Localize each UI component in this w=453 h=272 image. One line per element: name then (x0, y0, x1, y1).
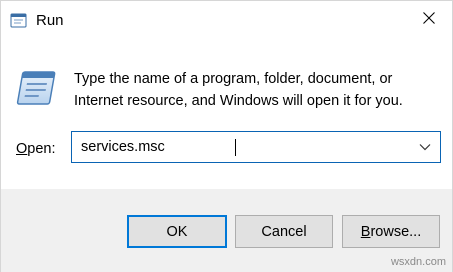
cancel-button[interactable]: Cancel (235, 215, 333, 248)
dialog-content: Type the name of a program, folder, docu… (1, 41, 452, 189)
close-icon (423, 11, 435, 29)
chevron-down-icon (419, 138, 431, 156)
browse-button[interactable]: Browse... (342, 215, 440, 248)
ok-button[interactable]: OK (127, 215, 227, 248)
open-label-text: pen: (27, 141, 56, 157)
browse-label: rowse... (370, 223, 422, 240)
text-caret (235, 139, 236, 156)
instruction-text: Type the name of a program, folder, docu… (74, 71, 403, 109)
open-combobox[interactable] (71, 131, 441, 163)
open-input[interactable] (72, 132, 412, 162)
open-label-accelerator: O (16, 141, 28, 157)
watermark: wsxdn.com (390, 256, 446, 268)
run-icon (10, 12, 27, 29)
open-label: Open: (16, 139, 56, 159)
close-button[interactable] (406, 1, 452, 39)
button-bar: OK Cancel Browse... wsxdn.com (1, 189, 452, 272)
title-bar[interactable]: Run (1, 1, 452, 41)
run-dialog: Run Type the name of a program, folder, … (0, 0, 453, 272)
browse-accelerator: B (360, 223, 371, 240)
run-program-icon (14, 66, 58, 110)
dropdown-button[interactable] (414, 132, 436, 162)
window-title: Run (36, 12, 64, 29)
